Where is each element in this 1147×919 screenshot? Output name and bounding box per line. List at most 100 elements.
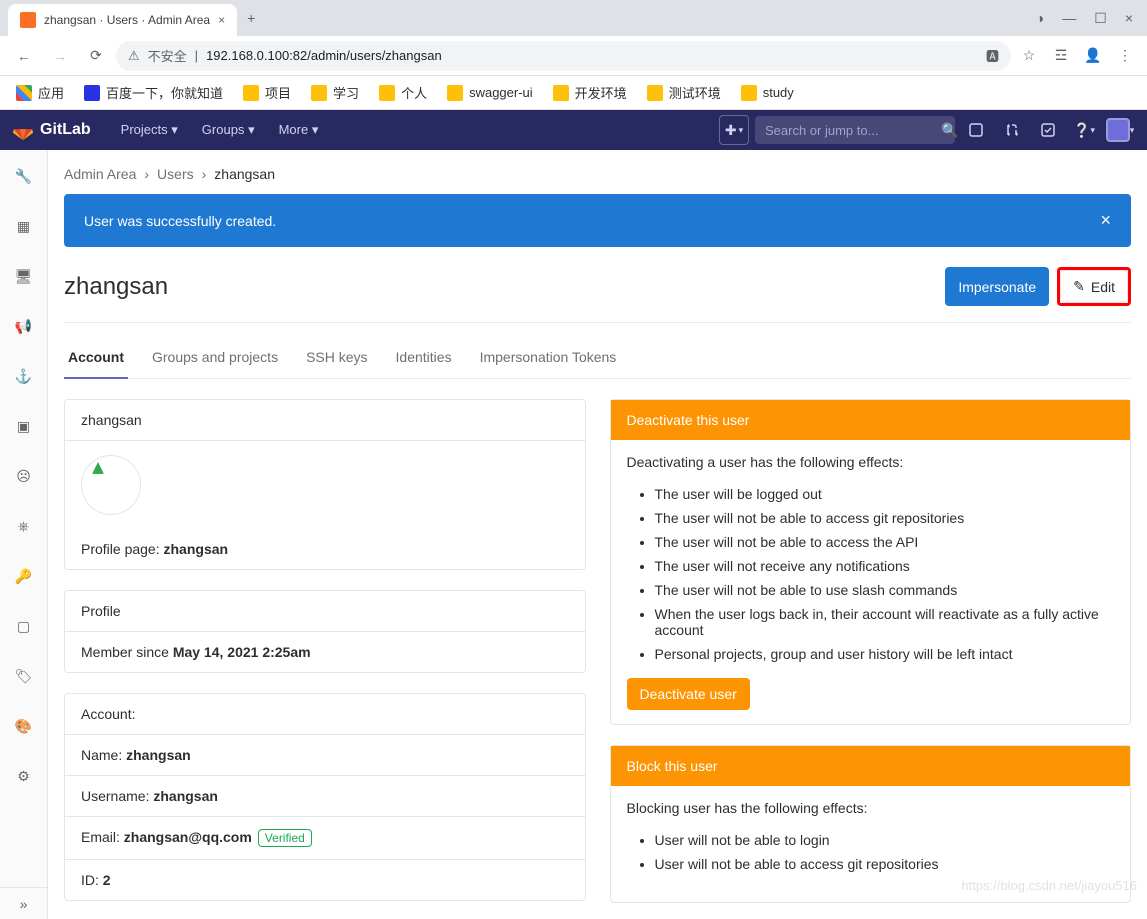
tab-groups-projects[interactable]: Groups and projects <box>148 339 282 378</box>
bookmark-folder[interactable]: study <box>733 81 802 105</box>
apps-bookmark[interactable]: 应用 <box>8 79 72 106</box>
sidebar-deploy-keys-icon[interactable]: 🔑 <box>8 560 40 592</box>
edit-button[interactable]: ✎ Edit <box>1060 270 1128 303</box>
profile-page-row: Profile page: zhangsan <box>65 529 585 569</box>
user-menu[interactable]: ▾ <box>1105 115 1135 145</box>
new-dropdown[interactable]: ✚ ▾ <box>719 115 749 145</box>
user-tabs: Account Groups and projects SSH keys Ide… <box>64 339 1131 379</box>
bookmark-folder[interactable]: 学习 <box>303 79 367 106</box>
profile-icon[interactable]: 👤 <box>1079 42 1107 70</box>
breadcrumb: Admin Area › Users › zhangsan <box>64 166 1131 182</box>
url-field[interactable]: ⚠ 不安全 | 192.168.0.100:82/admin/users/zha… <box>116 41 1011 71</box>
breadcrumb-admin[interactable]: Admin Area <box>64 166 136 182</box>
chevron-right-icon: › <box>144 166 149 182</box>
chevron-down-icon: ▾ <box>171 122 178 137</box>
reading-list-icon[interactable]: ☲ <box>1047 42 1075 70</box>
tab-close-icon[interactable]: × <box>218 13 225 27</box>
todos-icon[interactable] <box>1033 115 1063 145</box>
star-icon[interactable]: ☆ <box>1015 42 1043 70</box>
block-header: Block this user <box>611 746 1131 786</box>
folder-icon <box>379 85 395 101</box>
tab-ssh-keys[interactable]: SSH keys <box>302 339 371 378</box>
nav-more[interactable]: More ▾ <box>269 116 329 144</box>
impersonate-button[interactable]: Impersonate <box>945 267 1049 306</box>
sidebar-hooks-icon[interactable]: ⚓ <box>8 360 40 392</box>
header-search[interactable]: 🔍 <box>755 116 955 144</box>
reload-button[interactable]: ⟳ <box>80 40 112 72</box>
folder-icon <box>243 85 259 101</box>
alert-close-icon[interactable]: × <box>1100 210 1111 231</box>
close-window-icon[interactable]: × <box>1125 10 1133 27</box>
list-item: The user will not be able to access git … <box>655 506 1115 530</box>
bookmark-folder[interactable]: swagger-ui <box>439 81 541 105</box>
tab-bar: zhangsan · Users · Admin Area × + ◑ — ☐ … <box>0 0 1147 36</box>
list-item: The user will not be able to use slash c… <box>655 578 1115 602</box>
browser-tab[interactable]: zhangsan · Users · Admin Area × <box>8 4 237 36</box>
gitlab-icon <box>12 119 34 141</box>
sidebar-labels2-icon[interactable]: 🏷 <box>8 660 40 692</box>
main-content: Admin Area › Users › zhangsan User was s… <box>48 150 1147 919</box>
sidebar-monitoring-icon[interactable]: 🖥 <box>8 260 40 292</box>
minimize-icon[interactable]: — <box>1062 10 1076 27</box>
url-text: 192.168.0.100:82/admin/users/zhangsan <box>206 48 978 63</box>
maximize-icon[interactable]: ☐ <box>1094 10 1107 27</box>
gitlab-header: GitLab Projects ▾ Groups ▾ More ▾ ✚ ▾ 🔍 … <box>0 110 1147 150</box>
deactivate-intro: Deactivating a user has the following ef… <box>627 454 1115 470</box>
name-row: Name: zhangsan <box>65 735 585 776</box>
verified-badge: Verified <box>258 829 312 847</box>
baidu-icon <box>84 85 100 101</box>
nav-groups[interactable]: Groups ▾ <box>192 116 265 144</box>
tab-account[interactable]: Account <box>64 339 128 379</box>
address-bar: ← → ⟳ ⚠ 不安全 | 192.168.0.100:82/admin/use… <box>0 36 1147 76</box>
sidebar-wrench-icon[interactable]: 🔧 <box>8 160 40 192</box>
sidebar-settings-icon[interactable]: ⚙ <box>8 760 40 792</box>
gitlab-nav: Projects ▾ Groups ▾ More ▾ <box>111 116 329 144</box>
account-card-header: Account: <box>65 694 585 735</box>
sidebar-appearance-icon[interactable]: 🎨 <box>8 710 40 742</box>
merge-requests-icon[interactable] <box>997 115 1027 145</box>
translate-icon[interactable]: 🅰 <box>986 46 999 65</box>
sidebar-abuse-icon[interactable]: ☹ <box>8 460 40 492</box>
page-header: zhangsan Impersonate ✎ Edit <box>64 267 1131 323</box>
folder-icon <box>647 85 663 101</box>
bookmark-folder[interactable]: 开发环境 <box>545 79 635 106</box>
bookmark-baidu[interactable]: 百度一下，你就知道 <box>76 79 231 106</box>
bookmark-folder[interactable]: 项目 <box>235 79 299 106</box>
new-tab-button[interactable]: + <box>237 2 265 34</box>
nav-projects[interactable]: Projects ▾ <box>111 116 188 144</box>
browser-chrome: zhangsan · Users · Admin Area × + ◑ — ☐ … <box>0 0 1147 110</box>
chevron-down-icon: ▾ <box>312 122 319 137</box>
sidebar-messages-icon[interactable]: 📢 <box>8 310 40 342</box>
gitlab-logo[interactable]: GitLab <box>12 119 91 141</box>
deactivate-user-button[interactable]: Deactivate user <box>627 678 750 710</box>
tab-identities[interactable]: Identities <box>392 339 456 378</box>
issues-icon[interactable] <box>961 115 991 145</box>
id-row: ID: 2 <box>65 860 585 900</box>
block-effects-list: User will not be able to login User will… <box>627 828 1115 876</box>
sidebar-overview-icon[interactable]: ▦ <box>8 210 40 242</box>
forward-button[interactable]: → <box>44 40 76 72</box>
profile-card-header: Profile <box>65 591 585 632</box>
search-icon: 🔍 <box>941 122 958 139</box>
watermark: https://blog.csdn.net/jiayou516 <box>961 878 1137 893</box>
insecure-label: 不安全 <box>148 46 187 65</box>
breadcrumb-users[interactable]: Users <box>157 166 194 182</box>
sidebar-expand-icon[interactable]: » <box>0 887 47 919</box>
chevron-down-icon: ▾ <box>248 122 255 137</box>
back-button[interactable]: ← <box>8 40 40 72</box>
profile-page-link[interactable]: zhangsan <box>164 541 229 557</box>
sidebar-kubernetes-icon[interactable]: ⎈ <box>8 510 40 542</box>
tab-impersonation-tokens[interactable]: Impersonation Tokens <box>476 339 621 378</box>
deactivate-effects-list: The user will be logged out The user wil… <box>627 482 1115 666</box>
sidebar-applications-icon[interactable]: ▣ <box>8 410 40 442</box>
help-icon[interactable]: ❔ ▾ <box>1069 115 1099 145</box>
list-item: The user will not receive any notificati… <box>655 554 1115 578</box>
sidebar-labels-icon[interactable]: ▢ <box>8 610 40 642</box>
menu-icon[interactable]: ⋮ <box>1111 42 1139 70</box>
success-alert: User was successfully created. × <box>64 194 1131 247</box>
gitlab-logo-text: GitLab <box>40 121 91 139</box>
bookmark-folder[interactable]: 测试环境 <box>639 79 729 106</box>
list-item: When the user logs back in, their accoun… <box>655 602 1115 642</box>
bookmark-folder[interactable]: 个人 <box>371 79 435 106</box>
search-input[interactable] <box>765 123 941 138</box>
